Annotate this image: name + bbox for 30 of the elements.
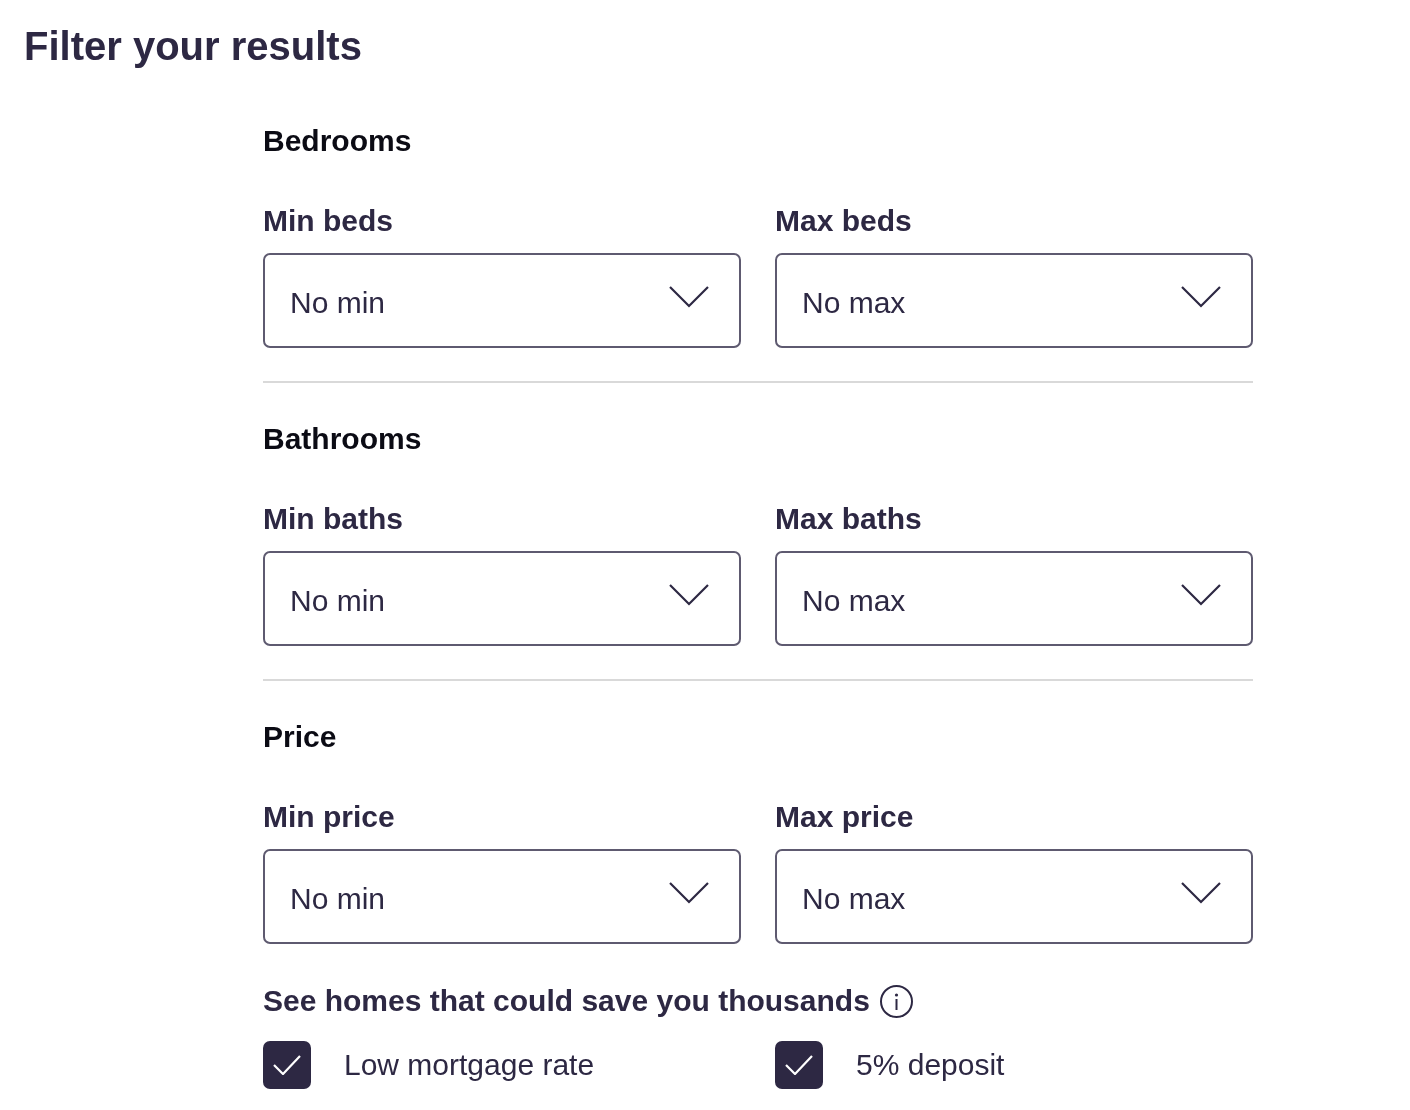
dropdown[interactable]: No min: [263, 849, 741, 944]
section-heading: Bedrooms: [263, 123, 413, 159]
checkmark-icon: [273, 1055, 301, 1075]
field-label: Max price: [775, 799, 915, 835]
dropdown[interactable]: No min: [263, 253, 741, 348]
chevron-down-icon: [1181, 285, 1221, 308]
checkmark-icon: [785, 1055, 813, 1075]
section-heading: Price: [263, 719, 338, 755]
field-label: Min beds: [263, 203, 394, 239]
field-label: Max beds: [775, 203, 913, 239]
checkbox[interactable]: [775, 1041, 823, 1089]
checkbox-label: 5% deposit: [856, 1047, 1005, 1083]
chevron-down-icon: [1181, 583, 1221, 606]
chevron-down-icon: [669, 881, 709, 904]
field-label: Max baths: [775, 501, 923, 537]
dropdown[interactable]: No max: [775, 253, 1253, 348]
chevron-down-icon: [1181, 881, 1221, 904]
info-icon[interactable]: [879, 984, 913, 1018]
dropdown[interactable]: No max: [775, 551, 1253, 646]
checkbox-label: Low mortgage rate: [344, 1047, 595, 1083]
dropdown[interactable]: No max: [775, 849, 1253, 944]
field-label: Min price: [263, 799, 396, 835]
field-label: Min baths: [263, 501, 404, 537]
chevron-down-icon: [669, 285, 709, 308]
section-heading: Bathrooms: [263, 421, 423, 457]
chevron-down-icon: [669, 583, 709, 606]
savings-heading: See homes that could save you thousands: [263, 983, 870, 1019]
page-title: Filter your results: [24, 23, 363, 70]
checkbox[interactable]: [263, 1041, 311, 1089]
dropdown[interactable]: No min: [263, 551, 741, 646]
